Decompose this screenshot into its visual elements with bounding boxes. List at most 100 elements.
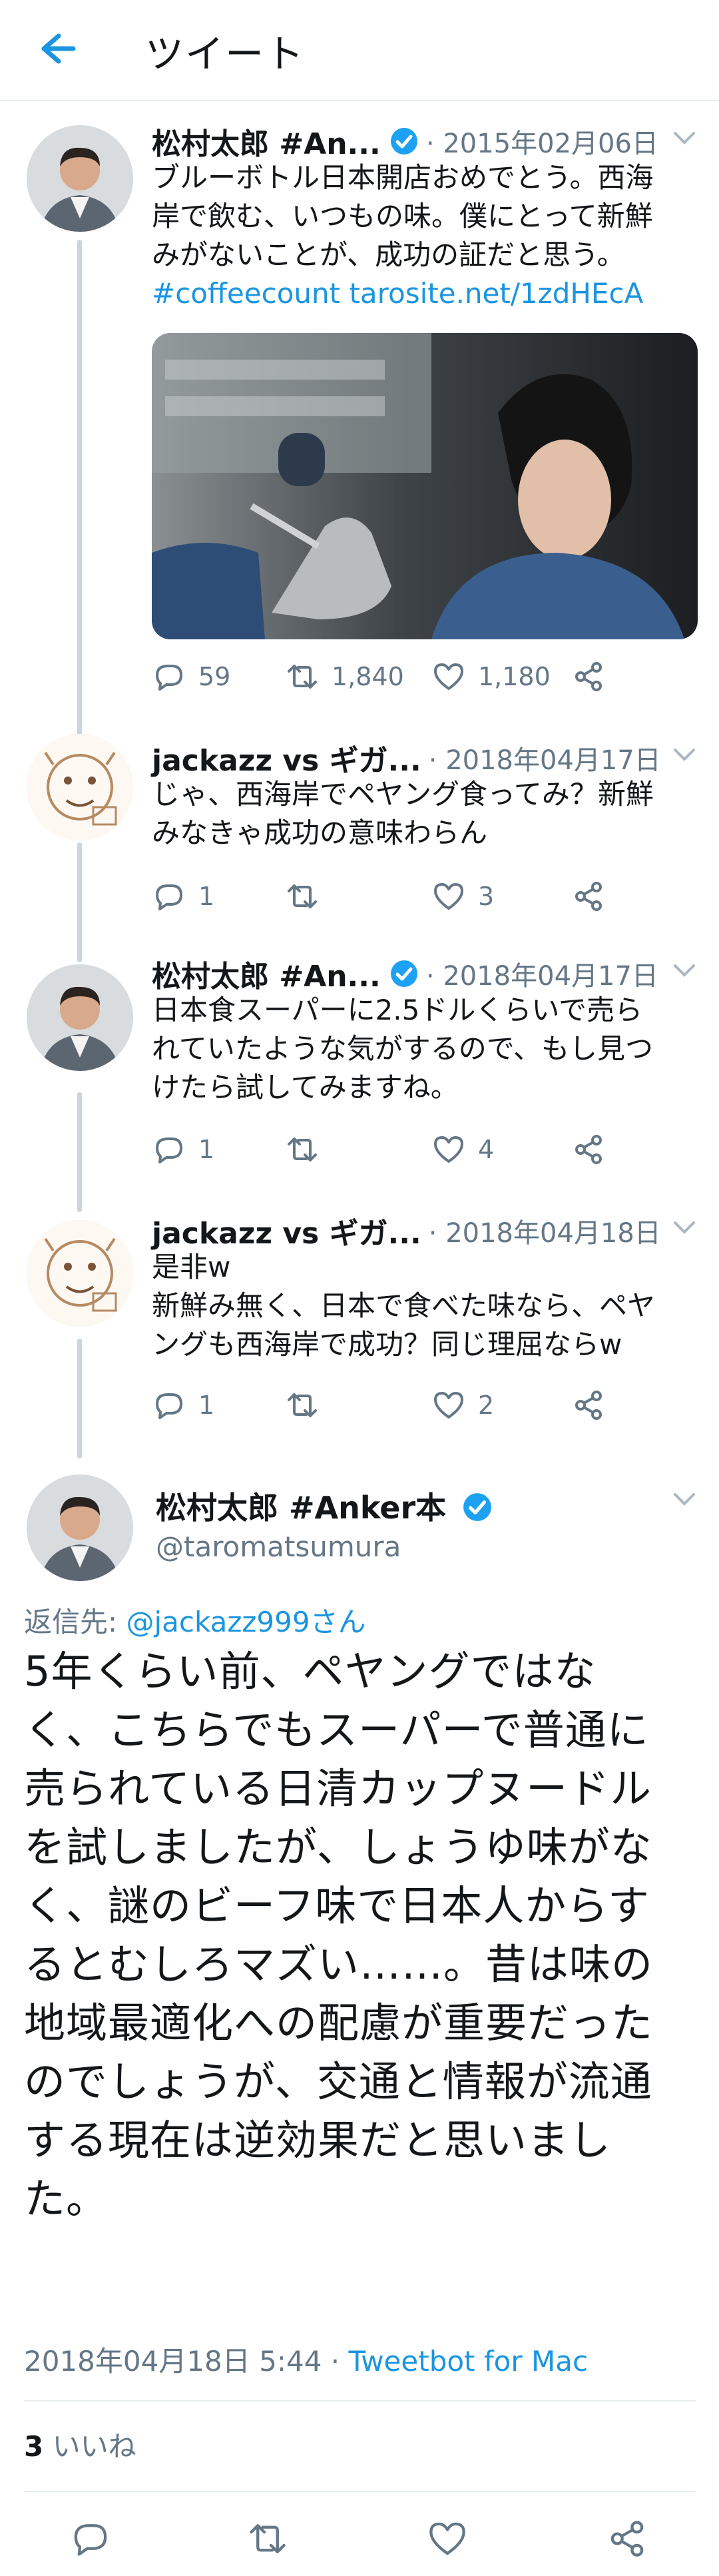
like-count: 4 — [478, 1135, 495, 1164]
retweet-icon — [288, 1393, 317, 1417]
reply-button[interactable]: 1 — [152, 1385, 214, 1425]
client-link[interactable]: Tweetbot for Mac — [349, 2345, 589, 2378]
thread-line — [77, 240, 82, 739]
avatar-drawing — [27, 734, 133, 840]
share-button[interactable] — [571, 1385, 618, 1425]
reply-icon — [156, 665, 182, 691]
heart-icon — [434, 1392, 463, 1419]
like-button[interactable]: 1,180 — [431, 657, 551, 697]
tweet-date[interactable]: · 2018年04月18日 — [429, 1211, 661, 1250]
text-line: じゃ、西海岸でペヤング食ってみ？新鮮 — [152, 778, 654, 810]
text-line: るとむしろマズい……。昔は味の — [24, 1940, 654, 1989]
like-button[interactable]: 4 — [431, 1129, 494, 1169]
like-total: 3 — [24, 2430, 44, 2463]
retweet-button[interactable]: 1,840 — [285, 657, 404, 697]
like-label: いいね — [43, 2430, 136, 2463]
retweet-button[interactable] — [285, 876, 332, 916]
avatar[interactable] — [27, 964, 133, 1071]
tweet-timestamp: 2018年04月18日 5:44 · — [24, 2345, 349, 2378]
retweet-count: 1,840 — [332, 662, 404, 691]
author-name[interactable]: jackazz vs ギガ... — [152, 737, 421, 779]
text-line: のでしょうが、交通と情報が流通 — [24, 2057, 652, 2106]
text-line: 新鮮み無く、日本で食べた味なら、ペヤ — [152, 1289, 656, 1322]
author-name[interactable]: 松村太郎 #Anker本 — [156, 1490, 446, 1526]
chevron-down-icon[interactable] — [671, 128, 698, 148]
reply-icon — [156, 884, 182, 910]
tweet-actions: 59 1,840 1,180 — [152, 657, 698, 697]
avatar[interactable] — [27, 1220, 133, 1327]
tweet-actions: 1 2 — [152, 1385, 698, 1425]
text-line: 売られている日清カップヌードル — [24, 1764, 652, 1813]
tweet-media-image[interactable] — [152, 333, 698, 639]
avatar[interactable] — [27, 125, 133, 232]
tweet-date[interactable]: · 2018年04月17日 — [429, 739, 661, 777]
divider — [24, 2491, 696, 2492]
text-line: みなきゃ成功の意味わらん — [152, 816, 488, 849]
thread-line — [77, 1339, 82, 1458]
tweet-actions: 1 3 — [152, 876, 698, 916]
tweet-header: jackazz vs ギガ... · 2018年04月18日 — [152, 1209, 698, 1252]
chevron-down-icon[interactable] — [671, 1489, 698, 1509]
divider — [24, 2400, 696, 2402]
main-author-row: 松村太郎 #Anker本 — [156, 1484, 493, 1528]
chevron-down-icon[interactable] — [671, 960, 698, 980]
verified-badge-icon — [390, 960, 417, 987]
heart-icon[interactable] — [426, 2517, 469, 2560]
like-summary[interactable]: 3 いいね — [24, 2424, 136, 2465]
tweet-text: 日本食スーパーに2.5ドルくらいで売ら れていたような気がするので、もし見つ け… — [152, 991, 698, 1107]
like-button[interactable]: 2 — [431, 1385, 494, 1425]
tweet-text: じゃ、西海岸でペヤング食ってみ？新鮮 みなきゃ成功の意味わらん — [152, 775, 698, 852]
tweet-header: jackazz vs ギガ... · 2018年04月17日 — [152, 737, 698, 779]
heart-icon — [434, 663, 463, 690]
verified-badge-icon — [463, 1493, 492, 1521]
hashtag-link[interactable]: #coffeecount — [152, 277, 340, 310]
text-line: を試しましたが、しょうゆ味がな — [24, 1823, 652, 1871]
text-line: 日本食スーパーに2.5ドルくらいで売ら — [152, 994, 643, 1026]
page-title: ツイート — [145, 31, 306, 77]
retweet-icon — [288, 665, 317, 689]
tweet-text: 是非w 新鮮み無く、日本で食べた味なら、ペヤ ングも西海岸で成功？同じ理屈ならw — [152, 1248, 698, 1364]
share-icon[interactable] — [606, 2517, 648, 2560]
avatar[interactable] — [27, 734, 133, 840]
like-count: 1,180 — [478, 662, 551, 691]
share-button[interactable] — [571, 657, 618, 697]
verified-badge-icon — [390, 128, 417, 155]
arrow-left-icon — [41, 33, 76, 64]
share-button[interactable] — [571, 876, 618, 916]
author-name[interactable]: jackazz vs ギガ... — [152, 1209, 421, 1252]
reply-button[interactable]: 59 — [152, 657, 230, 697]
reply-target-link[interactable]: @jackazz999さん — [126, 1606, 366, 1638]
text-line: けたら試してみますね。 — [152, 1071, 459, 1104]
retweet-button[interactable] — [285, 1385, 332, 1425]
reply-button[interactable]: 1 — [152, 876, 214, 916]
reply-count: 1 — [198, 1391, 215, 1420]
like-count: 2 — [478, 1391, 495, 1420]
like-count: 3 — [478, 882, 495, 911]
tweet-date[interactable]: · 2018年04月17日 — [426, 954, 658, 993]
thread-line — [77, 842, 82, 962]
author-name[interactable]: 松村太郎 #An... — [152, 120, 381, 162]
tweet-date[interactable]: · 2015年02月06日 — [426, 122, 658, 161]
reply-icon — [156, 1137, 182, 1163]
like-button[interactable]: 3 — [431, 876, 494, 916]
chevron-down-icon[interactable] — [671, 745, 698, 765]
author-name[interactable]: 松村太郎 #An... — [152, 952, 381, 995]
reply-icon[interactable] — [69, 2517, 112, 2560]
reply-prefix: 返信先: — [24, 1606, 126, 1638]
avatar[interactable] — [27, 1474, 133, 1581]
avatar-photo — [27, 964, 133, 1071]
tweet-meta: 2018年04月18日 5:44 · Tweetbot for Mac — [24, 2339, 588, 2380]
share-button[interactable] — [571, 1129, 618, 1169]
text-line: 5年くらい前、ペヤングではな — [24, 1647, 597, 1696]
retweet-icon[interactable] — [246, 2517, 289, 2560]
url-link[interactable]: tarosite.net/1zdHEcA — [349, 277, 643, 310]
author-handle[interactable]: @taromatsumura — [156, 1530, 401, 1563]
tweet-header: 松村太郎 #An... · 2018年04月17日 — [152, 952, 698, 995]
text-line: ブルーボトル日本開店おめでとう。西海 — [152, 161, 654, 194]
chevron-down-icon[interactable] — [671, 1217, 698, 1237]
retweet-button[interactable] — [285, 1129, 332, 1169]
heart-icon — [434, 883, 463, 910]
reply-button[interactable]: 1 — [152, 1129, 214, 1169]
back-button[interactable] — [27, 25, 80, 72]
tweet-text: ブルーボトル日本開店おめでとう。西海 岸で飲む、いつもの味。僕にとって新鮮 みが… — [152, 159, 698, 313]
